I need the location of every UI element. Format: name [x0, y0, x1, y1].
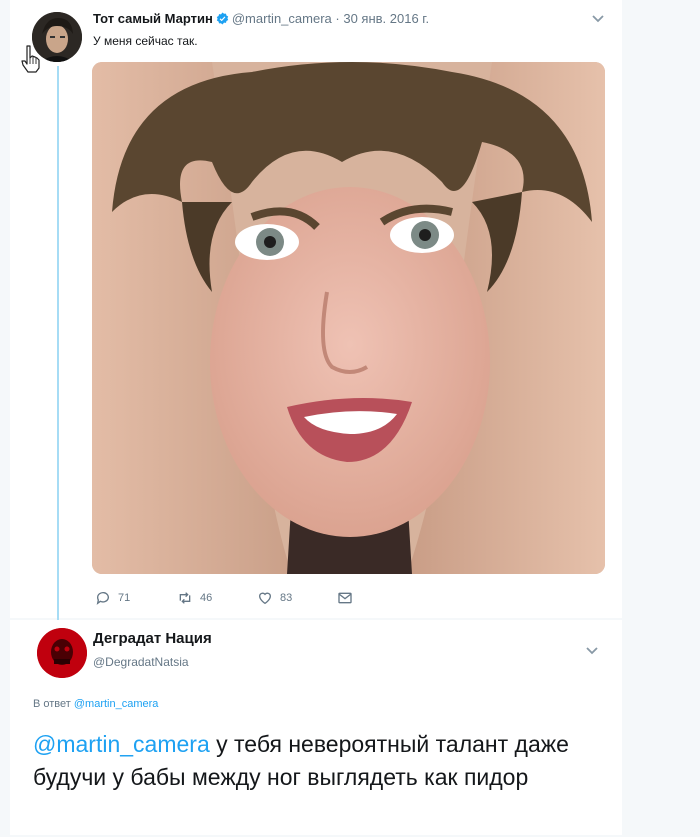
- envelope-icon: [338, 592, 352, 604]
- retweet-count: 46: [200, 592, 213, 604]
- tweet-2-text: @martin_camera у тебя невероятный талант…: [33, 728, 613, 794]
- reply-icon: [96, 592, 109, 605]
- verified-badge-icon: [216, 12, 229, 28]
- like-count: 83: [280, 592, 293, 604]
- author-name-2[interactable]: Деградат Нация: [93, 630, 212, 647]
- mention-link[interactable]: @martin_camera: [33, 731, 210, 757]
- author-name-1[interactable]: Тот самый Мартин: [93, 11, 213, 26]
- reply-to-link[interactable]: @martin_camera: [74, 698, 159, 710]
- heart-icon: [258, 592, 272, 605]
- tweet-1-header: Тот самый Мартин @martin_camera · 30 янв.…: [93, 11, 429, 28]
- header-separator: ·: [335, 11, 340, 26]
- reply-prefix: В ответ: [33, 698, 71, 710]
- tweet-photo[interactable]: [92, 62, 605, 574]
- retweet-action[interactable]: 46: [177, 590, 212, 606]
- tweet-date[interactable]: 30 янв. 2016 г.: [343, 11, 429, 26]
- author-handle-1[interactable]: @martin_camera: [232, 11, 332, 26]
- chevron-down-icon[interactable]: [586, 646, 598, 656]
- like-action[interactable]: 83: [257, 590, 292, 606]
- author-handle-2[interactable]: @DegradatNatsia: [93, 655, 189, 669]
- direct-message-action[interactable]: [337, 590, 353, 606]
- hand-cursor-icon: [21, 45, 40, 73]
- reply-count: 71: [118, 592, 131, 604]
- reply-action[interactable]: 71: [95, 590, 130, 606]
- reply-context: В ответ @martin_camera: [33, 698, 158, 710]
- tweet-1-text: У меня сейчас так.: [93, 34, 198, 48]
- thread-connector-line: [57, 66, 59, 622]
- chevron-down-icon[interactable]: [592, 14, 604, 24]
- author-avatar-2[interactable]: [37, 628, 87, 678]
- retweet-icon: [179, 592, 191, 604]
